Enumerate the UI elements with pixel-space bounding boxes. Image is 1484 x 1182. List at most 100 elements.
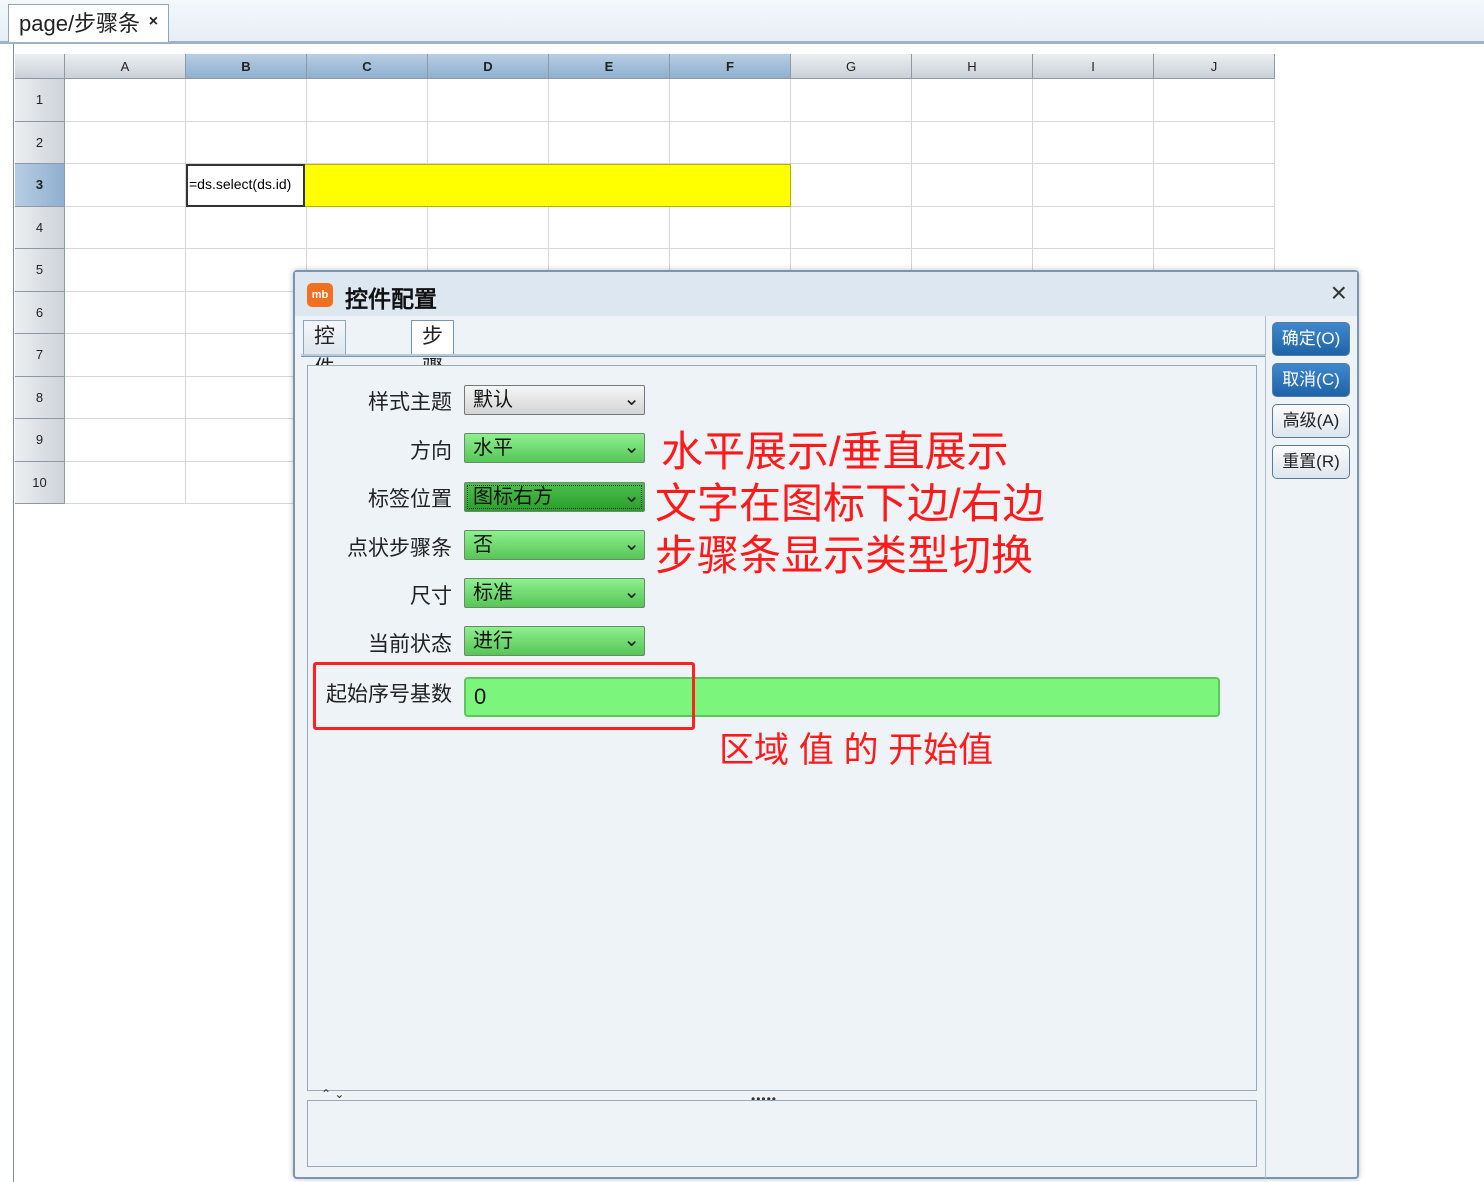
direction-select[interactable]: 水平 ⌄	[464, 433, 645, 463]
grid-cell[interactable]	[791, 121, 912, 164]
column-header-e[interactable]: E	[549, 54, 670, 79]
grid-cell[interactable]	[1154, 79, 1275, 122]
grid-cell[interactable]	[65, 291, 186, 334]
grid-cell[interactable]	[307, 121, 428, 164]
size-select[interactable]: 标准 ⌄	[464, 578, 645, 608]
grid-cell[interactable]	[1033, 206, 1154, 249]
grid-cell[interactable]	[1154, 164, 1275, 207]
column-header-h[interactable]: H	[912, 54, 1033, 79]
field-label-dot-steps: 点状步骤条	[347, 537, 452, 560]
row-header-9[interactable]: 9	[15, 419, 65, 462]
chevron-down-icon: ⌄	[623, 388, 640, 410]
grid-cell[interactable]	[912, 206, 1033, 249]
grid-cell[interactable]	[791, 206, 912, 249]
document-tab[interactable]: page/步骤条 ×	[8, 4, 170, 42]
tabs-divider	[301, 354, 1266, 357]
grid-cell[interactable]	[65, 79, 186, 122]
select-all-corner[interactable]	[15, 54, 65, 79]
close-tab-icon[interactable]: ×	[149, 5, 158, 39]
grid-cell[interactable]	[549, 206, 670, 249]
column-header-j[interactable]: J	[1154, 54, 1275, 79]
tab-steps[interactable]: 步骤条	[411, 320, 454, 412]
grid-cell[interactable]	[65, 121, 186, 164]
grid-cell[interactable]	[186, 206, 307, 249]
grid-cell[interactable]	[912, 79, 1033, 122]
grid-cell[interactable]	[186, 334, 307, 377]
grid-cell[interactable]	[307, 206, 428, 249]
preview-panel	[307, 1100, 1257, 1167]
grid-cell[interactable]	[670, 79, 791, 122]
ok-button[interactable]: 确定(O)	[1272, 322, 1350, 356]
current-status-select[interactable]: 进行 ⌄	[464, 626, 645, 656]
dialog-titlebar[interactable]: mb 控件配置 ×	[295, 272, 1357, 316]
chevron-down-icon: ⌄	[623, 533, 640, 555]
grid-cell[interactable]	[186, 291, 307, 334]
grid-cell[interactable]	[912, 121, 1033, 164]
column-header-c[interactable]: C	[307, 54, 428, 79]
theme-select-value: 默认	[473, 389, 513, 411]
label-position-select[interactable]: 图标右方 ⌄	[464, 482, 645, 512]
grid-cell[interactable]	[65, 376, 186, 419]
grid-cell[interactable]	[670, 121, 791, 164]
grid-cell[interactable]	[428, 79, 549, 122]
grid-cell[interactable]	[670, 206, 791, 249]
grid-cell[interactable]	[186, 79, 307, 122]
collapse-arrows-icon[interactable]: ⌃ ⌄	[321, 1087, 344, 1101]
formula-cell[interactable]: =ds.select(ds.id)	[186, 164, 305, 207]
theme-select[interactable]: 默认 ⌄	[464, 385, 645, 415]
column-header-f[interactable]: F	[670, 54, 791, 79]
grid-cell[interactable]	[791, 79, 912, 122]
chevron-down-icon: ⌄	[623, 581, 640, 603]
grid-cell[interactable]	[1033, 79, 1154, 122]
column-header-g[interactable]: G	[791, 54, 912, 79]
grid-cell[interactable]	[65, 461, 186, 504]
grid-cell[interactable]	[65, 249, 186, 292]
field-label-label-position: 标签位置	[368, 488, 452, 511]
grid-cell[interactable]	[1154, 206, 1275, 249]
grid-cell[interactable]	[1154, 121, 1275, 164]
column-header-d[interactable]: D	[428, 54, 549, 79]
row-header-5[interactable]: 5	[15, 249, 65, 292]
grid-cell[interactable]	[65, 164, 186, 207]
grid-cell[interactable]	[1033, 164, 1154, 207]
dot-steps-select[interactable]: 否 ⌄	[464, 530, 645, 560]
field-label-size: 尺寸	[410, 585, 452, 608]
tab-widget-type[interactable]: 控件类型	[303, 320, 346, 444]
chevron-down-icon: ⌄	[623, 485, 640, 507]
close-icon[interactable]: ×	[1331, 278, 1347, 308]
column-header-b[interactable]: B	[186, 54, 307, 79]
row-header-6[interactable]: 6	[15, 291, 65, 334]
grid-cell[interactable]	[186, 249, 307, 292]
grid-cell[interactable]	[791, 164, 912, 207]
row-header-1[interactable]: 1	[15, 79, 65, 122]
grid-cell[interactable]	[912, 164, 1033, 207]
grid-cell[interactable]	[549, 121, 670, 164]
grid-cell[interactable]	[65, 419, 186, 462]
row-header-3[interactable]: 3	[15, 164, 65, 207]
advanced-button[interactable]: 高级(A)	[1272, 404, 1350, 438]
grid-cell[interactable]	[428, 206, 549, 249]
row-header-7[interactable]: 7	[15, 334, 65, 377]
cancel-button[interactable]: 取消(C)	[1272, 363, 1350, 397]
grid-cell[interactable]	[186, 461, 307, 504]
grid-cell[interactable]	[549, 79, 670, 122]
row-header-8[interactable]: 8	[15, 376, 65, 419]
column-header-i[interactable]: I	[1033, 54, 1154, 79]
grid-cell[interactable]	[186, 419, 307, 462]
label-position-select-value: 图标右方	[473, 486, 553, 508]
grid-cell[interactable]	[1033, 121, 1154, 164]
chevron-down-icon: ⌄	[623, 629, 640, 651]
row-header-2[interactable]: 2	[15, 121, 65, 164]
reset-button[interactable]: 重置(R)	[1272, 445, 1350, 479]
row-header-4[interactable]: 4	[15, 206, 65, 249]
chevron-down-icon: ⌄	[623, 436, 640, 458]
grid-cell[interactable]	[307, 79, 428, 122]
grid-cell[interactable]	[186, 376, 307, 419]
field-label-current-status: 当前状态	[368, 633, 452, 656]
grid-cell[interactable]	[65, 334, 186, 377]
grid-cell[interactable]	[65, 206, 186, 249]
grid-cell[interactable]	[428, 121, 549, 164]
grid-cell[interactable]	[186, 121, 307, 164]
row-header-10[interactable]: 10	[15, 461, 65, 504]
column-header-a[interactable]: A	[65, 54, 186, 79]
